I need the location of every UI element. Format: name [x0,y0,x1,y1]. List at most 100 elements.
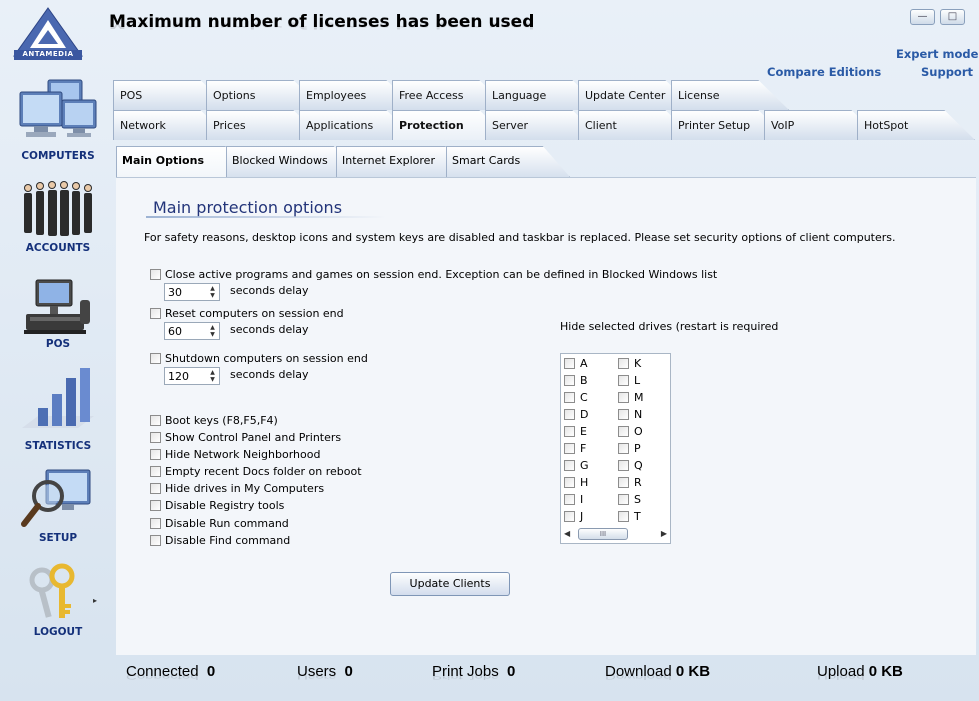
shutdown-computers-label: Shutdown computers on session end [165,352,368,365]
drive-j-label: J [580,510,584,523]
scroll-right-icon[interactable]: ▶ [661,529,667,538]
drive-b-checkbox[interactable] [564,375,575,386]
shutdown-computers-delay-label: seconds delay [230,368,309,381]
compare-editions-link[interactable]: Compare Editions [767,65,881,79]
drive-c-label: C [580,391,588,404]
computers-icon [19,79,97,137]
spin-up-icon[interactable]: ▲ [207,285,218,292]
drive-d-label: D [580,408,589,421]
reset-computers-checkbox[interactable] [150,308,161,319]
setup-icon [21,469,91,527]
scroll-left-icon[interactable]: ◀ [564,529,570,538]
drive-s-checkbox[interactable] [618,494,629,505]
spin-down-icon[interactable]: ▼ [207,292,218,299]
section-underline [146,216,386,218]
scrollbar-thumb[interactable]: III [578,528,628,540]
disable-registry-tools-checkbox[interactable] [150,500,161,511]
drive-i-checkbox[interactable] [564,494,575,505]
drive-i-label: I [580,493,584,506]
hide-drives-checkbox[interactable] [150,483,161,494]
drive-f-checkbox[interactable] [564,443,575,454]
support-link[interactable]: Support [921,65,973,79]
spin-down-icon[interactable]: ▼ [207,376,218,383]
subtab-smart-cards[interactable]: Smart Cards [446,146,570,177]
shutdown-computers-checkbox[interactable] [150,353,161,364]
drive-f-label: F [580,442,587,455]
status-upload-reflection-text: Upload [817,672,865,682]
drive-g-checkbox[interactable] [564,460,575,471]
disable-find-command-checkbox[interactable] [150,535,161,546]
drives-list [560,353,671,544]
minimize-button[interactable]: — [910,9,935,25]
disable-run-command-label: Disable Run command [165,517,289,530]
brand-name: ANTAMEDIA [22,50,74,58]
sidebar-label-logout: LOGOUT [33,626,83,638]
sidebar-item-setup[interactable]: SETUP [8,466,108,544]
tab-license[interactable]: License [671,80,789,110]
sidebar-item-pos[interactable]: POS [8,276,108,350]
close-programs-checkbox[interactable] [150,269,161,280]
spin-down-icon[interactable]: ▼ [207,331,218,338]
hide-network-neighborhood-label: Hide Network Neighborhood [165,448,321,461]
status-download-reflection-text: Download [605,672,672,682]
drive-p-checkbox[interactable] [618,443,629,454]
tab-hotspot[interactable]: HotSpot [857,110,975,140]
drive-q-label: Q [634,459,643,472]
drive-n-checkbox[interactable] [618,409,629,420]
disable-run-command-checkbox[interactable] [150,518,161,529]
drive-b-label: B [580,374,588,387]
status-upload-reflection: Upload [817,673,865,682]
status-connected-reflection: Connected [126,673,199,682]
drive-m-checkbox[interactable] [618,392,629,403]
drive-l-checkbox[interactable] [618,375,629,386]
drive-j-checkbox[interactable] [564,511,575,522]
expert-mode-link[interactable]: Expert mode [896,47,978,61]
drive-o-checkbox[interactable] [618,426,629,437]
drive-d-checkbox[interactable] [564,409,575,420]
sidebar-label-setup: SETUP [38,532,78,544]
reset-computers-label: Reset computers on session end [165,307,344,320]
reset-computers-delay-stepper[interactable]: 60 ▲ ▼ [164,322,220,340]
drive-t-checkbox[interactable] [618,511,629,522]
reset-computers-delay-value: 60 [168,325,182,338]
drive-a-checkbox[interactable] [564,358,575,369]
status-connected-reflection-text: Connected [126,672,199,682]
drive-r-checkbox[interactable] [618,477,629,488]
close-programs-delay-stepper[interactable]: 30 ▲ ▼ [164,283,220,301]
maximize-button[interactable]: □ [940,9,965,25]
reset-computers-delay-label: seconds delay [230,323,309,336]
protection-description: For safety reasons, desktop icons and sy… [144,231,896,244]
show-control-panel-checkbox[interactable] [150,432,161,443]
window-title-reflection: Maximum number of licenses has been used [109,20,535,30]
sidebar-item-statistics[interactable]: STATISTICS [8,364,108,452]
sidebar-expand-arrow-icon[interactable]: ▸ [93,596,97,605]
disable-registry-tools-label: Disable Registry tools [165,499,285,512]
accounts-icon [24,181,92,236]
drive-k-checkbox[interactable] [618,358,629,369]
show-control-panel-label: Show Control Panel and Printers [165,431,342,444]
hide-network-neighborhood-checkbox[interactable] [150,449,161,460]
disable-find-command-label: Disable Find command [165,534,291,547]
drive-h-checkbox[interactable] [564,477,575,488]
drive-e-checkbox[interactable] [564,426,575,437]
spin-up-icon[interactable]: ▲ [207,369,218,376]
status-users-value: 0 [344,663,353,680]
drive-k-label: K [634,357,642,370]
drives-horizontal-scrollbar[interactable]: ◀ III ▶ [562,527,669,542]
status-users-reflection: Users [297,673,336,682]
sidebar-label-accounts: ACCOUNTS [25,242,91,254]
drive-q-checkbox[interactable] [618,460,629,471]
update-clients-button[interactable]: Update Clients [390,572,510,596]
sidebar-item-computers[interactable]: COMPUTERS [8,76,108,162]
spin-up-icon[interactable]: ▲ [207,324,218,331]
shutdown-computers-delay-stepper[interactable]: 120 ▲ ▼ [164,367,220,385]
pos-icon [24,279,90,334]
drive-c-checkbox[interactable] [564,392,575,403]
sidebar-item-accounts[interactable]: ACCOUNTS [8,178,108,254]
empty-recent-docs-checkbox[interactable] [150,466,161,477]
boot-keys-checkbox[interactable] [150,415,161,426]
subtab-row: Main Options Blocked Windows Internet Ex… [116,146,576,177]
status-print-jobs-reflection-text: Print Jobs [432,672,499,682]
drive-o-label: O [634,425,643,438]
statistics-icon [22,368,94,428]
